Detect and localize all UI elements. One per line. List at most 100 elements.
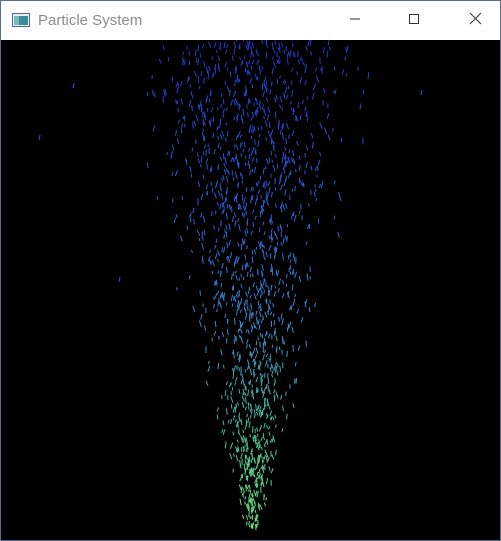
particle [263, 502, 266, 507]
particle [203, 77, 205, 84]
particle [252, 282, 255, 288]
particle [222, 108, 225, 114]
particle [244, 424, 248, 430]
particle [341, 69, 345, 75]
particle [38, 134, 41, 141]
particle [222, 420, 225, 426]
particle [240, 418, 243, 426]
particle [232, 453, 235, 457]
minimize-button[interactable] [332, 1, 378, 40]
particle [235, 403, 237, 409]
particle [257, 406, 259, 410]
particle [199, 290, 201, 296]
particle [208, 43, 212, 49]
particle [190, 249, 193, 254]
maximize-button[interactable] [391, 1, 437, 40]
particle [272, 389, 276, 394]
particle [258, 133, 261, 138]
particle [240, 329, 243, 334]
particle [171, 144, 175, 151]
particle [246, 521, 248, 526]
particle [318, 183, 321, 189]
particle [186, 45, 189, 50]
particle-canvas[interactable] [1, 40, 500, 540]
particle [201, 242, 205, 250]
particle [269, 410, 273, 416]
particle [208, 65, 211, 72]
particle [219, 134, 223, 140]
particle [216, 407, 220, 412]
particle [299, 180, 303, 186]
particle [195, 114, 199, 122]
particle [196, 152, 199, 158]
particle [306, 274, 309, 281]
particle [205, 380, 209, 386]
particle [72, 82, 75, 89]
particle [235, 144, 239, 150]
particle [283, 179, 287, 187]
particle [238, 366, 241, 372]
particle [251, 384, 253, 388]
particle [281, 293, 285, 299]
particle [251, 514, 254, 519]
particle [317, 159, 321, 166]
particle [252, 125, 254, 133]
particle [244, 202, 248, 210]
particle [237, 328, 240, 333]
particle [181, 123, 183, 128]
particle [270, 311, 273, 316]
title-bar[interactable]: Particle System [1, 1, 500, 40]
particle [242, 487, 246, 493]
particle [253, 458, 256, 464]
particle [247, 417, 250, 424]
particle [246, 485, 250, 490]
particle [242, 108, 245, 116]
particle [240, 435, 243, 442]
particle [241, 264, 244, 271]
particle [282, 253, 284, 261]
particle [245, 515, 249, 520]
particle [261, 243, 264, 248]
particle [203, 61, 205, 67]
particle [306, 224, 310, 230]
particle [250, 409, 253, 415]
particle [230, 99, 233, 107]
particle [268, 157, 271, 163]
particle [180, 98, 184, 105]
close-button[interactable] [450, 1, 500, 40]
particle [225, 302, 228, 306]
particle [315, 197, 318, 202]
particle [219, 118, 222, 125]
particle [154, 92, 156, 98]
particle [281, 428, 284, 433]
particle [245, 44, 248, 50]
particle [222, 429, 226, 435]
particle [257, 319, 260, 326]
particle [232, 367, 235, 374]
particle [226, 319, 229, 325]
particle [278, 75, 282, 79]
particle [265, 180, 268, 186]
particle [260, 382, 263, 387]
particle [300, 56, 302, 61]
particle [249, 266, 252, 273]
particle [250, 64, 253, 70]
particle [237, 217, 240, 223]
particle [244, 496, 247, 500]
particle [262, 481, 265, 488]
particle [217, 270, 220, 275]
particle [254, 325, 257, 330]
particle [260, 288, 263, 295]
particle [345, 46, 348, 53]
particle [255, 354, 258, 359]
particle [233, 365, 237, 370]
particle [257, 268, 259, 276]
particle [200, 156, 203, 163]
particle [239, 464, 242, 469]
particle [233, 212, 237, 218]
particle [315, 75, 320, 83]
particle [268, 425, 271, 430]
particle [260, 307, 262, 312]
particle [250, 303, 252, 308]
particle [275, 366, 278, 372]
